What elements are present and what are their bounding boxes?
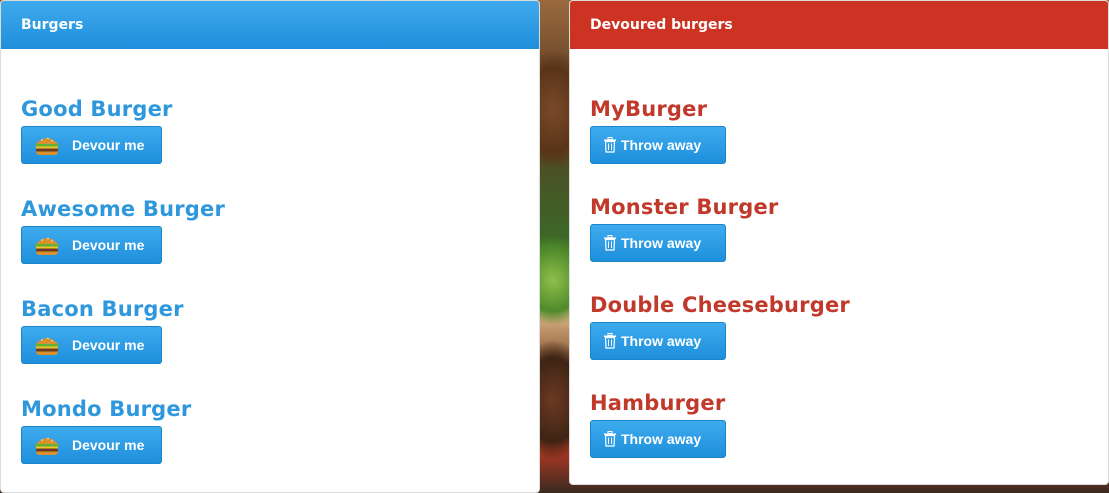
devour-button-label: Devour me <box>72 237 145 253</box>
burger-name: Good Burger <box>21 97 173 121</box>
devoured-burger-name: Monster Burger <box>590 195 779 219</box>
throw-away-button-label: Throw away <box>621 333 702 349</box>
devoured-burger-name: MyBurger <box>590 97 708 121</box>
burgers-panel-heading: Burgers <box>1 1 539 49</box>
hamburger-icon <box>35 337 59 355</box>
burgers-panel: Burgers Good Burger Devour me Awesome Bu… <box>0 0 540 493</box>
trash-icon <box>604 137 616 153</box>
burger-name: Awesome Burger <box>21 197 226 221</box>
throw-away-button[interactable]: Throw away <box>590 224 726 262</box>
devoured-item: Double Cheeseburger Throw away <box>590 290 850 360</box>
throw-away-button-label: Throw away <box>621 431 702 447</box>
burger-name: Mondo Burger <box>21 397 192 421</box>
hamburger-icon <box>35 437 59 455</box>
trash-icon <box>604 431 616 447</box>
hamburger-icon <box>35 137 59 155</box>
throw-away-button[interactable]: Throw away <box>590 322 726 360</box>
devour-button[interactable]: Devour me <box>21 326 162 364</box>
devour-button-label: Devour me <box>72 137 145 153</box>
trash-icon <box>604 333 616 349</box>
burger-name: Bacon Burger <box>21 297 184 321</box>
devour-button-label: Devour me <box>72 337 145 353</box>
devoured-burgers-panel: Devoured burgers MyBurger Throw away Mon… <box>569 0 1109 485</box>
throw-away-button[interactable]: Throw away <box>590 420 726 458</box>
devoured-panel-heading: Devoured burgers <box>570 1 1108 49</box>
devoured-item: Hamburger Throw away <box>590 388 726 458</box>
trash-icon <box>604 235 616 251</box>
devour-button[interactable]: Devour me <box>21 126 162 164</box>
throw-away-button-label: Throw away <box>621 235 702 251</box>
devour-button[interactable]: Devour me <box>21 226 162 264</box>
burger-item: Mondo Burger Devour me <box>21 394 191 464</box>
hamburger-icon <box>35 237 59 255</box>
throw-away-button-label: Throw away <box>621 137 702 153</box>
devoured-item: Monster Burger Throw away <box>590 192 778 262</box>
throw-away-button[interactable]: Throw away <box>590 126 726 164</box>
devoured-item: MyBurger Throw away <box>590 94 726 164</box>
devoured-burger-name: Hamburger <box>590 391 726 415</box>
devour-button[interactable]: Devour me <box>21 426 162 464</box>
burger-item: Awesome Burger Devour me <box>21 194 225 264</box>
burger-item: Good Burger Devour me <box>21 94 173 164</box>
burger-item: Bacon Burger Devour me <box>21 294 184 364</box>
devoured-burger-name: Double Cheeseburger <box>590 293 850 317</box>
devour-button-label: Devour me <box>72 437 145 453</box>
